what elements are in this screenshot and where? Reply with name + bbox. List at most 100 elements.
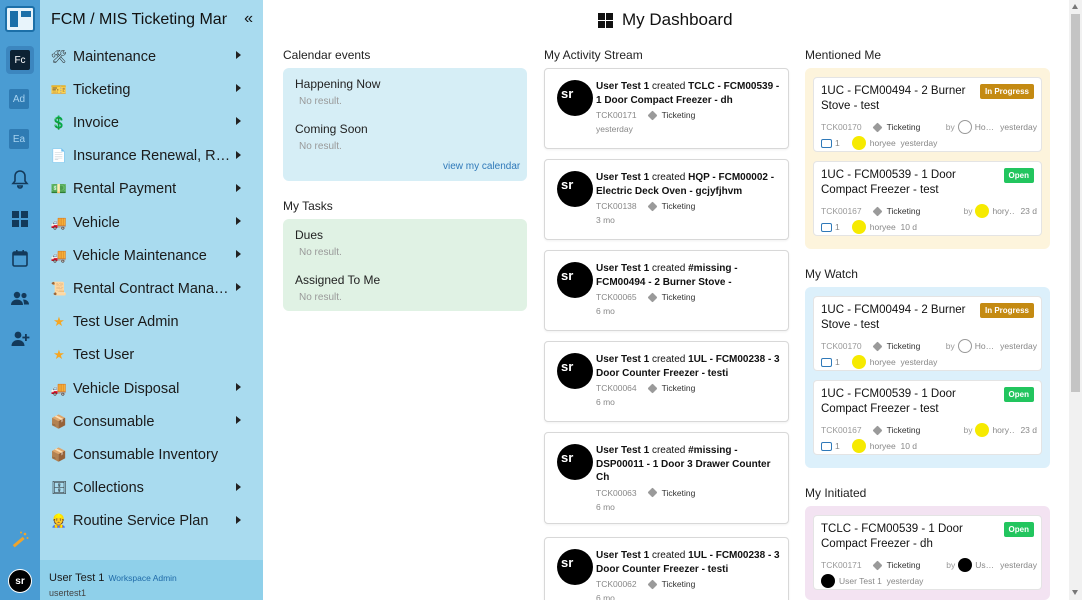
activity-card[interactable]: sr User Test 1 created 1UL - FCM00238 - 3… (544, 341, 789, 422)
activity-text[interactable]: User Test 1 created #missing - FCM00494 … (596, 262, 782, 289)
dashboard-grid-icon[interactable] (10, 209, 30, 229)
view-calendar-link[interactable]: view my calendar (443, 161, 520, 172)
menu-item[interactable]: 👷 Routine Service Plan (40, 505, 263, 538)
ticket-meta: TCK00170 Ticketing by Ho… yesterday (821, 339, 1037, 353)
activity-text[interactable]: User Test 1 created TCLC - FCM00539 - 1 … (596, 80, 782, 107)
workspace-button-ea[interactable]: Ea (9, 129, 29, 149)
status-badge: In Progress (979, 303, 1034, 318)
user-avatar[interactable]: sr (8, 569, 32, 593)
app-logo-icon[interactable] (5, 6, 35, 32)
menu-item[interactable]: 🚚 Vehicle Disposal (40, 372, 263, 405)
comment-icon[interactable] (821, 357, 832, 367)
activity-text[interactable]: User Test 1 created 1UL - FCM00238 - 3 D… (596, 353, 782, 380)
package-icon: 📦 (50, 446, 68, 462)
module-tag[interactable]: Ticketing (647, 201, 695, 211)
owner-time: yesterday (1000, 122, 1037, 132)
module-tag[interactable]: Ticketing (647, 579, 695, 589)
chevron-right-icon[interactable] (236, 250, 241, 259)
activity-text[interactable]: User Test 1 created 1UL - FCM00238 - 3 D… (596, 549, 782, 576)
ticket-title[interactable]: 1UC - FCM00539 - 1 Door Compact Freezer … (821, 387, 981, 416)
menu-item[interactable]: ★ Test User (40, 339, 263, 372)
page-scrollbar[interactable] (1069, 0, 1082, 600)
ticket-card[interactable]: 1UC - FCM00539 - 1 Door Compact Freezer … (813, 380, 1042, 455)
tools-icon: 🛠 (50, 48, 68, 64)
menu-item[interactable]: 🗄 Collections (40, 472, 263, 505)
scrollbar-thumb[interactable] (1071, 14, 1080, 392)
avatar (958, 558, 973, 572)
activity-card[interactable]: sr User Test 1 created 1UL - FCM00238 - 3… (544, 537, 789, 600)
chevron-right-icon[interactable] (236, 51, 241, 59)
module-tag[interactable]: Ticketing (872, 341, 921, 351)
activity-card[interactable]: sr User Test 1 created #missing - DSP0001… (544, 432, 789, 524)
ticket-card[interactable]: TCLC - FCM00539 - 1 Door Compact Freezer… (813, 515, 1042, 590)
chevron-right-icon[interactable] (236, 217, 241, 225)
chevron-right-icon[interactable] (236, 515, 241, 524)
workspace-rail: Fc Ad Ea sr (0, 0, 40, 600)
module-tag[interactable]: Ticketing (872, 122, 920, 132)
users-icon[interactable] (10, 288, 30, 308)
status-badge: In Progress (979, 84, 1034, 99)
scroll-down-icon[interactable] (1072, 590, 1078, 595)
chevron-right-icon[interactable] (236, 150, 241, 159)
ticket-title[interactable]: 1UC - FCM00539 - 1 Door Compact Freezer … (821, 168, 981, 197)
chevron-right-icon[interactable] (236, 283, 241, 292)
chevron-right-icon[interactable] (236, 383, 241, 391)
tag-icon (647, 201, 658, 211)
chevron-right-icon[interactable] (236, 84, 241, 93)
comment-icon[interactable] (821, 441, 832, 451)
user-footer[interactable]: User Test 1 Workspace Admin usertest1 (40, 560, 263, 600)
module-tag[interactable]: Ticketing (647, 383, 695, 393)
assigned-empty: No result. (299, 292, 342, 303)
activity-card[interactable]: sr User Test 1 created HQP - FCM00002 - E… (544, 159, 789, 240)
chevron-right-icon[interactable] (236, 482, 241, 491)
activity-text[interactable]: User Test 1 created #missing - DSP00011 … (596, 444, 782, 485)
activity-meta: TCK00171 Ticketing (596, 110, 695, 120)
bell-icon[interactable] (10, 169, 30, 189)
chevron-right-icon[interactable] (236, 117, 241, 126)
activity-user: User Test 1 (596, 172, 650, 183)
calendar-icon[interactable] (10, 248, 30, 268)
dues-empty: No result. (299, 247, 342, 258)
module-tag[interactable]: Ticketing (872, 206, 920, 216)
menu-item[interactable]: 🚚 Vehicle (40, 206, 263, 239)
module-tag[interactable]: Ticketing (872, 425, 920, 435)
activity-card[interactable]: sr User Test 1 created #missing - FCM0049… (544, 250, 789, 331)
ticket-title[interactable]: TCLC - FCM00539 - 1 Door Compact Freezer… (821, 522, 981, 551)
workspace-button-fc[interactable]: Fc (6, 46, 34, 74)
scroll-up-icon[interactable] (1072, 4, 1078, 9)
ticket-card[interactable]: 1UC - FCM00539 - 1 Door Compact Freezer … (813, 161, 1042, 236)
activity-text[interactable]: User Test 1 created HQP - FCM00002 - Ele… (596, 171, 782, 198)
add-user-icon[interactable] (10, 328, 30, 348)
menu-item[interactable]: 🛠 Maintenance (40, 40, 263, 73)
menu-item[interactable]: 📦 Consumable (40, 405, 263, 438)
chevron-right-icon[interactable] (236, 416, 241, 425)
ticket-title[interactable]: 1UC - FCM00494 - 2 Burner Stove - test (821, 303, 981, 332)
comment-icon[interactable] (821, 138, 832, 148)
ticket-card[interactable]: 1UC - FCM00494 - 2 Burner Stove - test In… (813, 296, 1042, 371)
chevron-right-icon[interactable] (236, 183, 241, 192)
ticket-card[interactable]: 1UC - FCM00494 - 2 Burner Stove - test In… (813, 77, 1042, 152)
magic-wand-icon[interactable] (10, 530, 30, 550)
collapse-menu-button[interactable]: « (244, 10, 253, 28)
menu-item[interactable]: 🎫 Ticketing (40, 73, 263, 106)
menu-item[interactable]: 💲 Invoice (40, 106, 263, 139)
module-tag[interactable]: Ticketing (872, 560, 920, 570)
activity-card[interactable]: sr User Test 1 created TCLC - FCM00539 - … (544, 68, 789, 149)
menu-item-label: Vehicle (73, 214, 120, 231)
module-name: Ticketing (886, 341, 921, 351)
menu-item[interactable]: 📄 Insurance Renewal, Road… (40, 140, 263, 173)
module-tag[interactable]: Ticketing (647, 292, 695, 302)
avatar: sr (557, 549, 593, 585)
ticket-title[interactable]: 1UC - FCM00494 - 2 Burner Stove - test (821, 84, 981, 113)
menu-item[interactable]: ★ Test User Admin (40, 306, 263, 339)
menu-item[interactable]: 💵 Rental Payment (40, 173, 263, 206)
module-tag[interactable]: Ticketing (647, 110, 695, 120)
tag-icon (872, 425, 883, 435)
menu-item[interactable]: 📦 Consumable Inventory (40, 438, 263, 471)
workspace-button-ad[interactable]: Ad (9, 89, 29, 109)
status-badge: Open (1003, 387, 1034, 402)
module-tag[interactable]: Ticketing (647, 488, 695, 498)
menu-item[interactable]: 🚚 Vehicle Maintenance (40, 239, 263, 272)
menu-item[interactable]: 📜 Rental Contract Manage… (40, 272, 263, 305)
comment-icon[interactable] (821, 222, 832, 232)
